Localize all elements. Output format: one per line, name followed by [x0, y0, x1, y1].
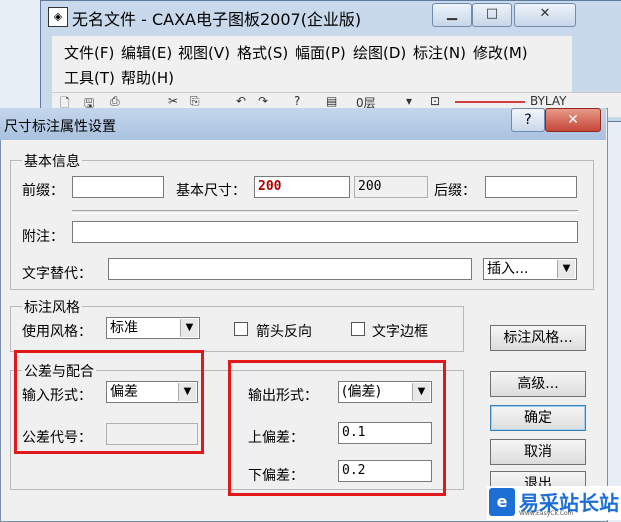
use-style-select[interactable]: 标准 ▼ [106, 317, 200, 339]
linetype-select[interactable]: BYLAY [530, 94, 566, 108]
cancel-button[interactable]: 取消 [490, 439, 586, 465]
chevron-down-icon[interactable]: ▾ [406, 94, 412, 108]
chevron-down-icon[interactable]: ▼ [180, 319, 198, 337]
dialog-title: 尺寸标注属性设置 [4, 119, 116, 135]
menu-modify[interactable]: 修改(M) [473, 42, 528, 63]
menu-format[interactable]: 格式(S) [237, 42, 288, 63]
suffix-input[interactable] [485, 176, 577, 198]
prefix-label: 前缀： [22, 183, 64, 199]
insert-select-value: 插入... [487, 261, 529, 277]
use-style-value: 标准 [110, 320, 138, 336]
text-border-checkbox[interactable] [351, 322, 365, 336]
advanced-button[interactable]: 高级... [490, 371, 586, 397]
undo-icon[interactable]: ↶ [236, 94, 246, 108]
maximize-button[interactable]: □ [472, 3, 512, 27]
ok-button[interactable]: 确定 [490, 405, 586, 431]
menu-draw[interactable]: 绘图(D) [353, 42, 406, 63]
highlight-box-output [228, 360, 446, 496]
basic-size-measured: 200 [354, 176, 428, 198]
menu-dimension[interactable]: 标注(N) [413, 42, 466, 63]
basic-info-label: 基本信息 [22, 151, 82, 171]
fraction-divider [72, 210, 578, 214]
text-replace-input[interactable] [108, 258, 472, 280]
app-title: 无名文件 - CAXA电子图板2007(企业版) [72, 10, 362, 29]
cut-icon[interactable]: ✂ [168, 94, 178, 108]
help-icon[interactable]: ? [294, 94, 300, 108]
watermark-subtext: Www.EasyCk.Com [519, 510, 574, 517]
arrow-reverse-checkbox[interactable] [234, 322, 248, 336]
use-style-label: 使用风格： [22, 324, 92, 340]
copy-icon[interactable]: ⎘ [190, 94, 200, 109]
note-input[interactable] [72, 221, 578, 243]
print-icon[interactable]: ⎙ [110, 94, 120, 109]
highlight-box-input [14, 350, 204, 454]
chevron-down-icon[interactable]: ▼ [557, 260, 575, 278]
basic-size-input[interactable]: 200 [254, 176, 350, 198]
color-swatch [455, 101, 525, 103]
menu-edit[interactable]: 编辑(E) [121, 42, 172, 63]
dimension-style-label: 标注风格 [22, 297, 82, 317]
dialog-close-button[interactable]: ✕ [545, 108, 601, 132]
suffix-label: 后缀： [434, 183, 476, 199]
basic-size-label: 基本尺寸： [176, 183, 246, 199]
app-icon: ◈ [48, 7, 68, 27]
watermark-logo-icon: e [489, 488, 515, 516]
app-close-button[interactable]: ✕ [514, 3, 576, 27]
text-replace-label: 文字替代： [22, 266, 92, 282]
menu-file[interactable]: 文件(F) [64, 42, 114, 63]
insert-select[interactable]: 插入... ▼ [483, 258, 577, 280]
arrow-reverse-label: 箭头反向 [256, 324, 312, 340]
menu-sheet[interactable]: 幅面(P) [295, 42, 346, 63]
menu-view[interactable]: 视图(V) [178, 42, 230, 63]
text-border-label: 文字边框 [372, 324, 428, 340]
minimize-button[interactable]: ▁ [432, 3, 472, 27]
note-label: 附注： [22, 229, 64, 245]
dimension-style-button[interactable]: 标注风格... [490, 325, 586, 351]
menu-help[interactable]: 帮助(H) [121, 67, 174, 88]
linetype-icon[interactable]: ⊡ [430, 94, 440, 108]
dialog-help-button[interactable]: ? [511, 108, 545, 132]
prefix-input[interactable] [72, 176, 164, 198]
redo-icon[interactable]: ↷ [258, 94, 268, 108]
menu-tools[interactable]: 工具(T) [64, 67, 115, 88]
layer-icon[interactable]: ▤ [326, 94, 337, 108]
